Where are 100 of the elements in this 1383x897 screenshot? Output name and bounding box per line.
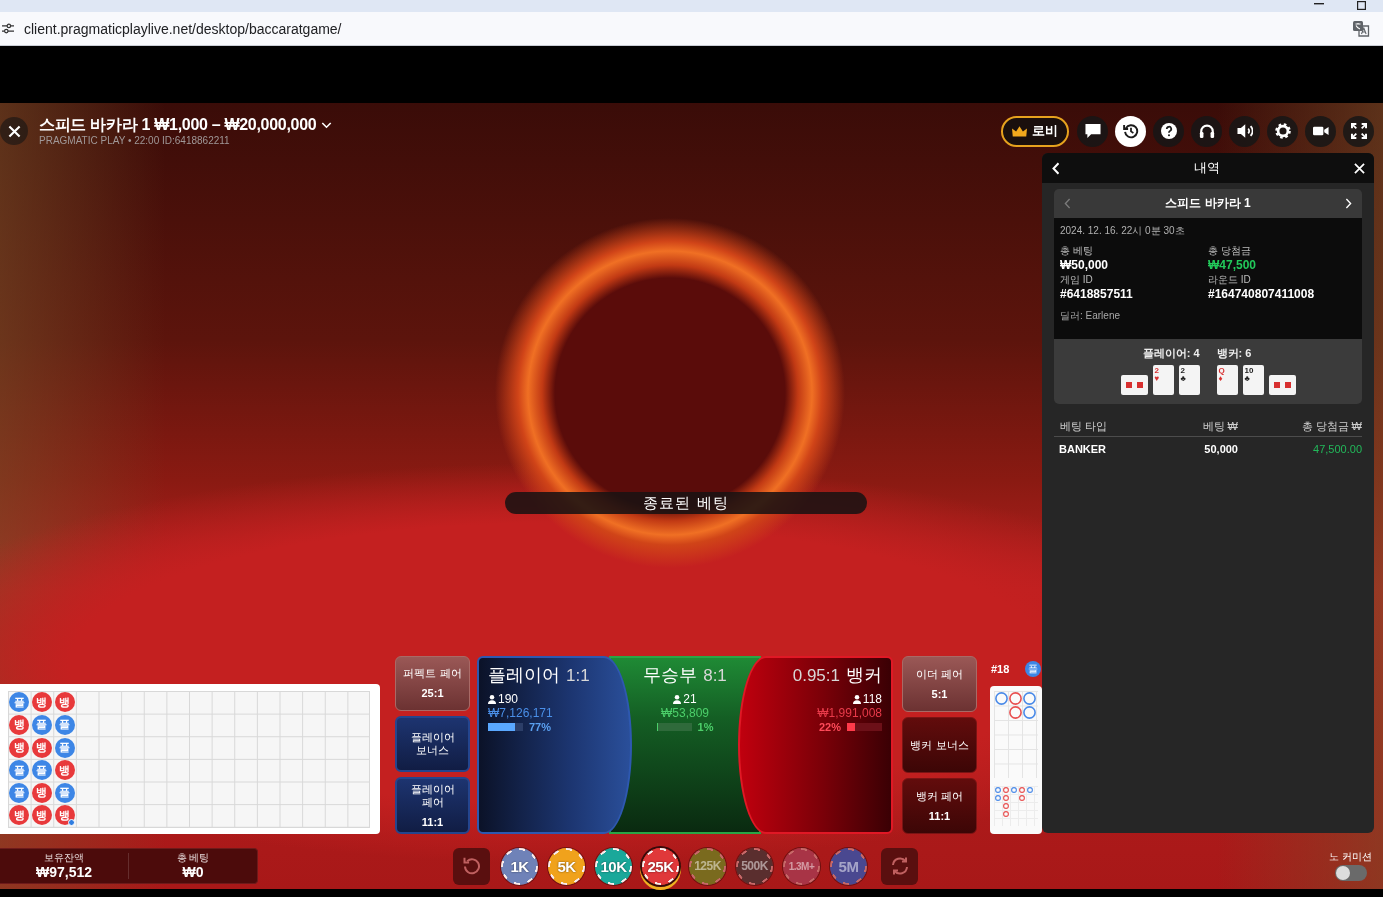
player-count: 118 [862,692,882,706]
status-banner: 종료된 베팅 [505,492,867,514]
toggle-switch[interactable] [1334,865,1367,881]
person-icon [673,694,682,704]
player-count: 190 [498,692,519,706]
translate-icon[interactable] [1352,20,1370,37]
side-bet-button[interactable]: 플레이어 보너스 [395,715,470,773]
field-value: #6418857511 [1060,286,1134,302]
balance-label: 보유잔액 [44,852,84,864]
result-bead: 플 [9,760,30,781]
share-percent: 1% [697,721,714,733]
result-bead: 뱅 [54,760,75,781]
bet-total: ₩7,126,171 [488,706,553,720]
bet-name: 뱅커 [846,664,882,687]
fullscreen-icon [1350,123,1367,139]
panel-title: 내역 [1194,159,1220,177]
field-label: 총 베팅 [1060,244,1094,257]
close-icon[interactable] [1354,162,1365,174]
total-bet-value: ₩0 [182,864,204,880]
url-field[interactable]: client.pragmaticplaylive.net/desktop/baccaratgame/ [24,20,342,37]
result-bead: 플 [31,714,52,735]
column-header: 베팅 타입 [1060,420,1109,432]
road-ring-icon [994,691,1008,705]
result-bead: 플 [9,782,30,803]
chevron-down-icon[interactable] [321,121,333,129]
result-bead: 뱅 [31,782,52,803]
game-subtitle: PRAGMATIC PLAY • 22:00 ID:6418862211 [39,135,231,147]
result-bead: 뱅 [31,805,52,826]
side-bet-button[interactable]: 퍼펙트 페어 25:1 [395,656,470,711]
maximize-icon[interactable] [1357,1,1366,10]
field-label: 게임 ID [1060,273,1094,286]
result-bead: 뱅 [31,737,52,758]
help-icon [1160,123,1177,139]
playing-card: 2 ♣ [1178,365,1200,395]
repeat-icon [890,857,909,875]
bet-name: 플레이어 [488,664,560,687]
toggle-label: 노 커미션 [1329,851,1372,862]
side-bet-button[interactable]: 이더 페어 5:1 [902,656,977,712]
round-datetime: 2024. 12. 16. 22시 0분 30초 [1060,224,1186,237]
undo-button[interactable] [453,847,490,885]
player-count: 21 [683,692,697,706]
table-cell-text: 50,000 [1203,443,1238,455]
round-number: #18 [991,662,1010,675]
result-bead: 뱅 [9,737,30,758]
bet-total: ₩1,991,008 [817,706,882,720]
minimize-icon[interactable] [1314,3,1324,5]
speaker-icon [1236,123,1253,139]
total-bet-label: 총 베팅 [176,852,210,864]
share-percent: 77% [529,721,552,733]
playing-card: Q ♦ [1216,365,1238,395]
chevron-right-icon[interactable] [1345,198,1352,209]
result-bead: 뱅 [54,805,75,826]
person-icon [852,694,861,704]
road-ring-icon [1022,706,1036,720]
dealer-name: 딜러: Earlene [1060,309,1122,322]
side-bet-button[interactable]: 뱅커 보너스 [902,717,977,773]
road-ring-icon [1008,706,1022,720]
repeat-button[interactable] [881,847,918,885]
result-bead: 뱅 [9,805,30,826]
road-ring-icon [1008,691,1022,705]
playing-card: 10 ♣ [1242,365,1264,395]
close-button[interactable] [0,117,28,145]
result-bead: 뱅 [31,692,52,713]
hand-score: 플레이어: 4 [1142,347,1200,360]
result-bead: 뱅 [9,714,30,735]
hand-score: 뱅커: 6 [1216,347,1252,360]
field-value: #164740807411008 [1208,286,1316,302]
settings-icon [1274,123,1291,139]
undo-icon [462,857,481,875]
share-percent: 22% [818,721,841,733]
history-icon [1122,123,1139,139]
bet-total: ₩53,809 [661,706,709,720]
result-bead: 플 [54,737,75,758]
field-label: 총 당첨금 [1208,244,1252,257]
close-icon [7,124,21,138]
column-header: 총 당첨금 ₩ [1300,420,1362,432]
road-ring-icon [1022,691,1036,705]
headset-icon [1198,123,1215,139]
bet-odds: 0.95:1 [792,666,840,686]
field-label: 라운드 ID [1208,273,1252,286]
site-settings-icon[interactable] [2,23,14,34]
side-bet-button[interactable]: 뱅커 페어 11:1 [902,778,977,834]
result-bead: 플 [54,782,75,803]
result-bead: 플 [31,760,52,781]
bet-name: 무승부 [643,664,698,687]
playing-card: 2 ♥ [1152,365,1174,395]
field-value: ₩50,000 [1060,257,1110,273]
balance-value: ₩97,512 [35,864,92,880]
player-bet-area[interactable]: 플레이어 1:1 190 ₩7,126,171 77% [477,656,632,834]
result-bead: 뱅 [54,692,75,713]
result-bead: 플 [9,692,30,713]
table-cell-text: 47,500.00 [1312,443,1362,455]
person-icon [488,694,496,704]
crown-icon [1012,125,1027,137]
bet-odds: 8:1 [703,666,727,686]
bet-odds: 1:1 [566,666,590,686]
banker-bet-area[interactable]: 0.95:1 뱅커 118 ₩1,991,008 22% [738,656,893,834]
side-bet-button[interactable]: 플레이어 페어 11:1 [395,777,470,834]
chat-bubble-icon [1084,123,1101,139]
game-title: 스피드 바카라 1 ₩1,000 – ₩20,000,000 [39,115,317,135]
